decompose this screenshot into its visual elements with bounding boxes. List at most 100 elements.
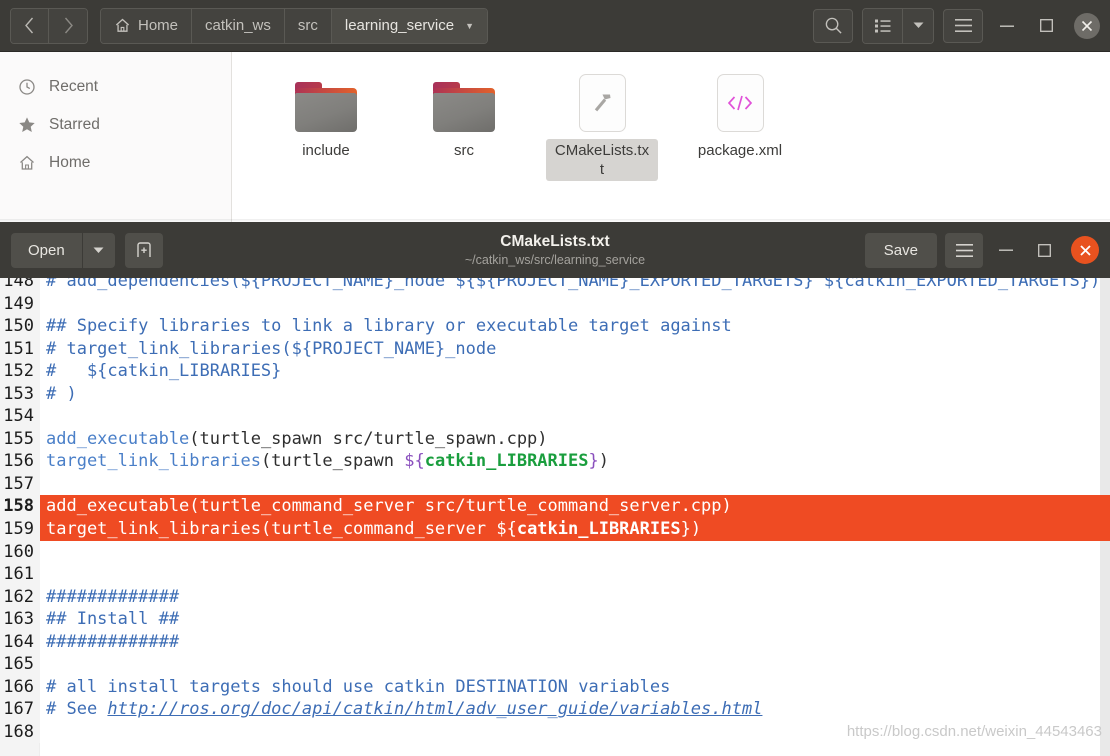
line-text: target_link_libraries(turtle_command_ser…: [40, 518, 1110, 541]
line-text: # add_dependencies(${PROJECT_NAME}_node …: [40, 278, 1110, 293]
code-line[interactable]: 167 # See http://ros.org/doc/api/catkin/h…: [0, 698, 1110, 721]
line-number: 152: [0, 360, 40, 383]
code-line[interactable]: 161: [0, 563, 1110, 586]
editor-minimize-button[interactable]: [991, 235, 1021, 265]
code-token: (turtle_spawn src/turtle_spawn.cpp): [189, 428, 548, 449]
code-line[interactable]: 166 # all install targets should use catk…: [0, 675, 1110, 699]
code-token: target_link_libraries: [46, 451, 261, 472]
code-line[interactable]: 149: [0, 292, 1110, 316]
line-text: [40, 473, 1110, 496]
editor-close-button[interactable]: [1071, 236, 1099, 264]
line-number: 165: [0, 653, 40, 676]
file-item-label: src: [454, 142, 474, 159]
file-item-include[interactable]: include: [268, 62, 384, 222]
navigation-buttons: [10, 7, 88, 44]
breadcrumb-item-catkin-ws[interactable]: catkin_ws: [192, 8, 285, 43]
code-line[interactable]: 158 add_executable(turtle_command_server …: [0, 495, 1110, 519]
code-line[interactable]: 168: [0, 720, 1110, 744]
code-token: #############: [46, 586, 180, 607]
file-manager-body: Recent Starred Home include src CMakeLis…: [0, 52, 1110, 222]
file-item-label: CMakeLists.txt: [546, 139, 658, 182]
code-editor-area[interactable]: 148 # add_dependencies(${PROJECT_NAME}_no…: [0, 278, 1110, 756]
code-token: ): [598, 451, 609, 472]
code-token: catkin_LIBRARIES: [516, 519, 681, 540]
folder-icon: [295, 66, 357, 132]
chevron-right-icon: [64, 17, 73, 34]
code-token: target_link_libraries: [46, 519, 261, 540]
editor-header-bar: Open CMakeLists.txt ~/catkin_ws/src/lear…: [0, 222, 1110, 278]
code-token: ): [690, 519, 702, 540]
open-button[interactable]: Open: [11, 232, 83, 268]
line-number: 156: [0, 450, 40, 473]
line-number: 162: [0, 585, 40, 609]
code-line[interactable]: 163 ## Install ##: [0, 608, 1110, 631]
line-number: 149: [0, 292, 40, 316]
open-dropdown-button[interactable]: [82, 232, 115, 268]
code-line[interactable]: 150 ## Specify libraries to link a librar…: [0, 315, 1110, 338]
code-token: ${: [404, 451, 425, 472]
code-line[interactable]: 159 target_link_libraries(turtle_command_…: [0, 518, 1110, 541]
code-line[interactable]: 154: [0, 405, 1110, 428]
maximize-button[interactable]: [1031, 11, 1061, 41]
file-item-package-xml[interactable]: package.xml: [682, 62, 798, 222]
open-button-group: Open: [11, 232, 115, 268]
file-item-src[interactable]: src: [406, 62, 522, 222]
file-item-label: package.xml: [697, 142, 783, 159]
close-icon: [1081, 20, 1093, 31]
sidebar-item-recent[interactable]: Recent: [0, 68, 231, 106]
file-item-cmakelists[interactable]: CMakeLists.txt: [544, 62, 660, 222]
new-document-button[interactable]: [124, 232, 163, 268]
sidebar-item-home[interactable]: Home: [0, 144, 231, 182]
back-button[interactable]: [11, 8, 49, 43]
editor-menu-button[interactable]: [945, 232, 983, 268]
save-button[interactable]: Save: [864, 232, 937, 268]
hammer-build-file-icon: [578, 66, 626, 132]
line-text: add_executable(turtle_spawn src/turtle_s…: [40, 428, 1110, 451]
code-lines: 148 # add_dependencies(${PROJECT_NAME}_no…: [0, 278, 1110, 744]
code-token: ${: [496, 519, 517, 540]
editor-maximize-button[interactable]: [1029, 235, 1059, 265]
minimize-button[interactable]: [992, 11, 1022, 41]
code-token: catkin_LIBRARIES: [424, 451, 589, 472]
code-token: add_executable: [46, 496, 190, 517]
forward-button[interactable]: [49, 8, 87, 43]
code-line[interactable]: 156 target_link_libraries(turtle_spawn ${…: [0, 450, 1110, 473]
code-line[interactable]: 162 #############: [0, 585, 1110, 609]
code-token: ## Install ##: [46, 609, 180, 630]
code-line[interactable]: 160: [0, 540, 1110, 564]
code-token: add_executable: [46, 428, 190, 449]
screen: Home catkin_ws src learning_service ▼ Re…: [0, 0, 1110, 756]
document-title: CMakeLists.txt: [500, 233, 610, 250]
search-button[interactable]: [813, 8, 853, 43]
breadcrumb-item-home[interactable]: Home: [101, 8, 193, 43]
line-number: 150: [0, 315, 40, 338]
code-token: # ${catkin_LIBRARIES}: [46, 361, 282, 382]
list-view-button[interactable]: [863, 8, 903, 43]
code-line[interactable]: 152 # ${catkin_LIBRARIES}: [0, 360, 1110, 383]
text-editor-window: Open CMakeLists.txt ~/catkin_ws/src/lear…: [0, 222, 1110, 756]
line-number: 167: [0, 698, 40, 721]
breadcrumb-item-learning-service[interactable]: learning_service ▼: [331, 8, 488, 43]
code-line[interactable]: 157: [0, 472, 1110, 496]
folder-icon: [433, 66, 495, 132]
sidebar: Recent Starred Home: [0, 52, 232, 222]
main-menu-button[interactable]: [943, 8, 983, 43]
file-item-label: include: [302, 142, 350, 159]
code-line[interactable]: 148 # add_dependencies(${PROJECT_NAME}_no…: [0, 278, 1110, 293]
code-line[interactable]: 155 add_executable(turtle_spawn src/turtl…: [0, 427, 1110, 451]
code-token: # target_link_libraries(${PROJECT_NAME}_…: [46, 338, 497, 359]
chevron-down-icon[interactable]: ▼: [465, 21, 474, 31]
code-line[interactable]: 151 # target_link_libraries(${PROJECT_NAM…: [0, 337, 1110, 361]
line-number: 154: [0, 405, 40, 428]
home-icon: [18, 154, 36, 172]
breadcrumb-item-src[interactable]: src: [284, 8, 332, 43]
line-number: 166: [0, 675, 40, 699]
code-line[interactable]: 153 # ): [0, 382, 1110, 406]
view-options-dropdown[interactable]: [903, 8, 933, 43]
code-line[interactable]: 164 #############: [0, 630, 1110, 654]
sidebar-item-starred[interactable]: Starred: [0, 106, 231, 144]
maximize-icon: [1037, 243, 1051, 257]
line-number: 161: [0, 563, 40, 586]
code-line[interactable]: 165: [0, 653, 1110, 676]
close-button[interactable]: [1074, 12, 1100, 39]
